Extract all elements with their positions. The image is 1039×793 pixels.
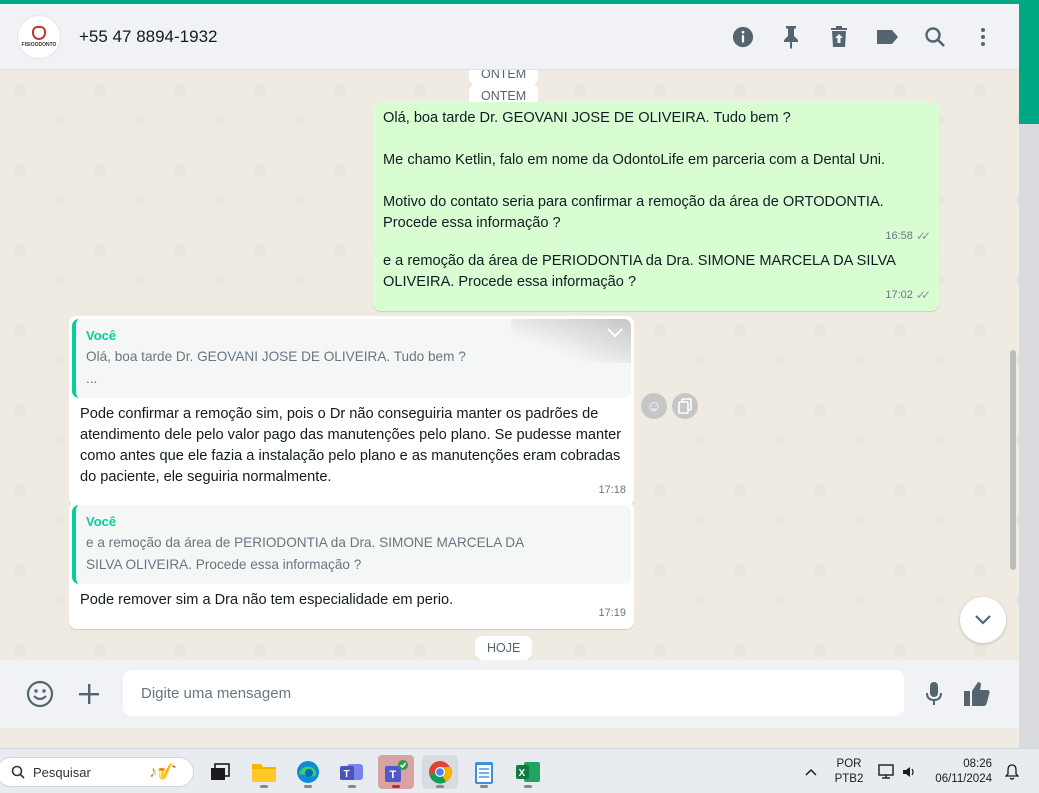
scrollbar[interactable] — [1010, 350, 1016, 570]
svg-text:T: T — [344, 769, 350, 780]
forward-icon[interactable] — [672, 393, 698, 419]
taskbar-search[interactable]: Pesquisar ♪🎷 — [0, 757, 194, 787]
microphone-icon[interactable] — [919, 679, 949, 709]
svg-text:T: T — [390, 769, 397, 781]
language-indicator[interactable]: POR PTB2 — [830, 749, 868, 793]
date-chip-hoje: HOJE — [475, 636, 533, 660]
message-time: 16:58 — [885, 230, 913, 242]
saxophone-icon: ♪🎷 — [149, 764, 177, 781]
monitor-network-icon — [878, 763, 894, 779]
message-outgoing[interactable]: Olá, boa tarde Dr. GEOVANI JOSE DE OLIVE… — [373, 102, 939, 252]
message-meta: 16:58 ✓✓ — [885, 226, 931, 247]
teams-icon[interactable]: T — [334, 755, 370, 789]
system-tray-icons[interactable] — [875, 749, 919, 793]
quoted-message[interactable]: Você e a remoção da área de PERIODONTIA … — [72, 505, 631, 584]
double-check-icon: ✓✓ — [915, 288, 931, 302]
file-explorer-icon[interactable] — [246, 755, 282, 789]
message-meta: 17:19 — [598, 603, 626, 624]
windows-taskbar: Pesquisar ♪🎷 T T X POR PTB2 08:26 06/11/… — [0, 748, 1039, 793]
message-text: Pode remover sim a Dra não tem especiali… — [80, 592, 454, 608]
notepad-icon[interactable] — [466, 755, 502, 789]
chat-header: FISIOODONTO +55 47 8894-1932 — [0, 4, 1019, 70]
header-actions — [731, 4, 995, 70]
emoji-icon[interactable] — [25, 679, 55, 709]
taskbar-search-label: Pesquisar — [33, 764, 91, 780]
message-outgoing[interactable]: e a remoção da área de PERIODONTIA da Dr… — [373, 245, 939, 311]
notification-bell-icon[interactable] — [1003, 749, 1021, 793]
label-icon[interactable] — [875, 25, 899, 49]
message-time: 17:18 — [598, 484, 626, 496]
edge-browser-icon[interactable] — [290, 755, 326, 789]
chevron-up-icon[interactable] — [802, 749, 820, 793]
window-background-strip — [1019, 0, 1039, 124]
message-incoming[interactable]: Você Olá, boa tarde Dr. GEOVANI JOSE DE … — [69, 316, 634, 506]
language-code: POR — [836, 757, 862, 770]
quote-text: e a remoção da área de PERIODONTIA da Dr… — [86, 535, 528, 572]
contact-name[interactable]: +55 47 8894-1932 — [79, 27, 218, 47]
scroll-down-button[interactable] — [960, 597, 1006, 643]
taskbar-clock[interactable]: 08:26 06/11/2024 — [930, 749, 992, 793]
whatsapp-window: FISIOODONTO +55 47 8894-1932 ONTEM ONTEM… — [0, 0, 1019, 748]
quote-author: Você — [86, 514, 117, 529]
avatar-brand: FISIOODONTO — [21, 41, 57, 48]
message-meta: 17:18 — [598, 480, 626, 501]
message-time: 17:19 — [598, 607, 626, 619]
message-text: e a remoção da área de PERIODONTIA da Dr… — [383, 253, 900, 290]
message-time: 17:02 — [885, 289, 913, 301]
svg-text:X: X — [519, 768, 526, 779]
search-icon[interactable] — [923, 25, 947, 49]
delete-icon[interactable] — [827, 25, 851, 49]
excel-icon[interactable]: X — [510, 755, 546, 789]
quoted-message[interactable]: Você Olá, boa tarde Dr. GEOVANI JOSE DE … — [72, 319, 631, 398]
search-icon — [11, 765, 25, 779]
task-view-icon[interactable] — [202, 755, 238, 789]
message-meta: 17:02 ✓✓ — [885, 285, 931, 306]
speaker-icon — [903, 766, 914, 777]
menu-icon[interactable] — [971, 25, 995, 49]
info-icon[interactable] — [731, 25, 755, 49]
clock-date: 06/11/2024 — [935, 772, 992, 785]
message-incoming[interactable]: Você e a remoção da área de PERIODONTIA … — [69, 502, 634, 629]
teams-work-icon[interactable]: T — [378, 755, 414, 789]
attach-plus-icon[interactable] — [74, 679, 104, 709]
chat-area: ONTEM ONTEM Olá, boa tarde Dr. GEOVANI J… — [0, 70, 1019, 660]
pin-icon[interactable] — [779, 25, 803, 49]
emoji-reaction-icon[interactable]: ☺ — [641, 393, 667, 419]
clock-time: 08:26 — [963, 757, 992, 770]
tooth-logo-icon — [32, 25, 46, 40]
message-text: Pode confirmar a remoção sim, pois o Dr … — [80, 406, 626, 485]
message-input[interactable] — [123, 670, 904, 716]
chevron-down-icon[interactable] — [607, 323, 623, 344]
composer — [0, 660, 1019, 728]
chrome-icon[interactable] — [422, 755, 458, 789]
keyboard-layout: PTB2 — [834, 772, 864, 785]
avatar[interactable]: FISIOODONTO — [17, 14, 61, 59]
double-check-icon: ✓✓ — [915, 229, 931, 243]
thumbs-up-icon[interactable] — [962, 679, 992, 709]
message-text: Olá, boa tarde Dr. GEOVANI JOSE DE OLIVE… — [383, 110, 886, 231]
chevron-down-icon — [975, 615, 991, 625]
